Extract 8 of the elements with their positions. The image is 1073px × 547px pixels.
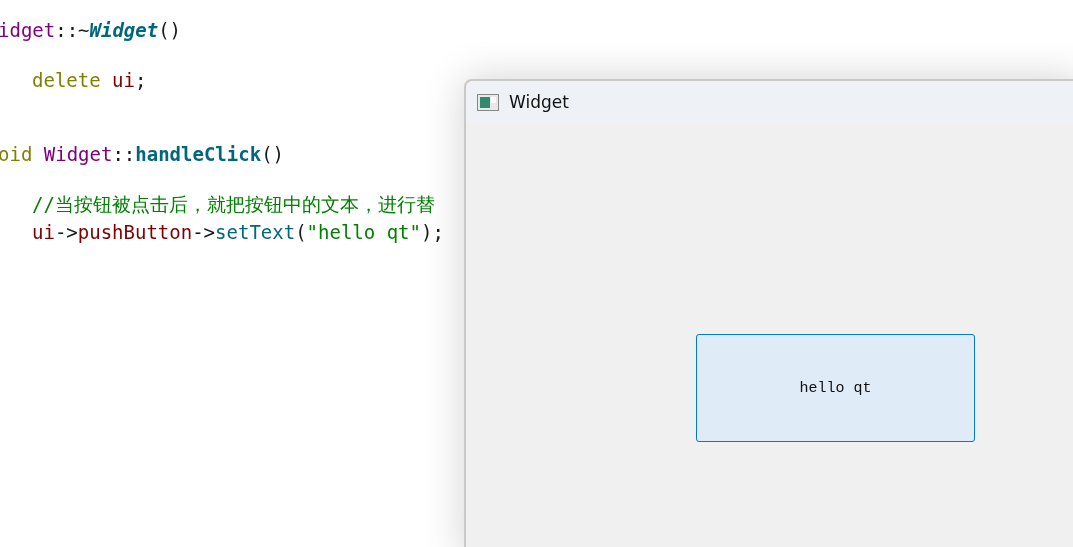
code-line: //当按钮被点击后，就把按钮中的文本，进行替 bbox=[32, 192, 435, 216]
window-icon bbox=[477, 93, 499, 111]
window-title: Widget bbox=[509, 92, 569, 112]
push-button[interactable]: hello qt bbox=[696, 334, 975, 442]
code-line: delete ui; bbox=[32, 68, 147, 92]
code-line: oid Widget::handleClick() bbox=[0, 142, 285, 166]
code-line: ui->pushButton->setText("hello qt"); bbox=[32, 220, 444, 244]
code-line: idget::~Widget() bbox=[0, 18, 182, 42]
